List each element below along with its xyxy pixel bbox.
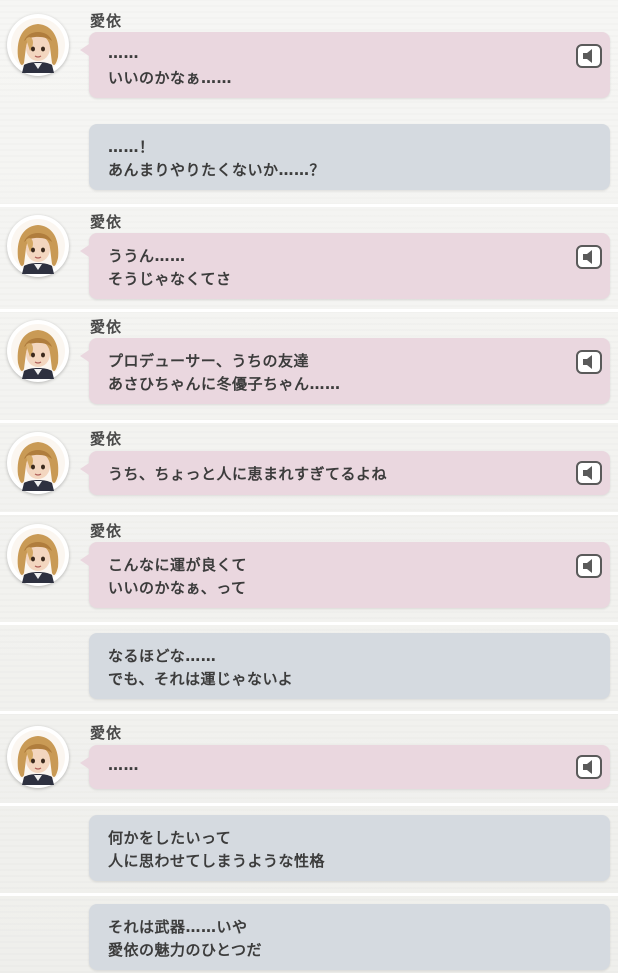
voice-play-button[interactable]	[576, 350, 602, 374]
speaker-name: 愛依	[90, 430, 123, 448]
avatar	[7, 432, 69, 494]
producer-message-bubble: なるほどな…… でも、それは運じゃないよ	[89, 633, 610, 699]
speaker-name: 愛依	[90, 12, 123, 30]
character-portrait-icon	[11, 528, 65, 583]
message-line: あさひちゃんに冬優子ちゃん……	[108, 375, 341, 393]
message-line: なるほどな……	[108, 647, 217, 665]
producer-message-bubble: それは武器……いや 愛依の魅力のひとつだ	[89, 904, 610, 970]
character-portrait-icon	[11, 324, 65, 379]
panel-divider	[0, 204, 618, 207]
message-line: あんまりやりたくないか……？	[108, 161, 326, 179]
character-portrait-icon	[11, 219, 65, 274]
message-line: そうじゃなくてさ	[108, 270, 232, 288]
speaker-name: 愛依	[90, 213, 123, 231]
panel-divider	[0, 420, 618, 423]
panel-divider	[0, 711, 618, 714]
character-message-bubble: うち、ちょっと人に恵まれすぎてるよね	[80, 451, 610, 495]
message-line: こんなに運が良くて	[108, 556, 248, 574]
voice-play-button[interactable]	[576, 44, 602, 68]
message-line: でも、それは運じゃないよ	[108, 670, 294, 688]
message-line: 愛依の魅力のひとつだ	[108, 941, 262, 959]
character-portrait-icon	[11, 18, 65, 73]
voice-playback-icon	[583, 250, 592, 264]
character-message-bubble: ううん…… そうじゃなくてさ	[80, 233, 610, 299]
character-portrait-icon	[11, 436, 65, 491]
character-message-bubble: …… いいのかなぁ……	[80, 32, 610, 98]
producer-message-bubble: ……！ あんまりやりたくないか……？	[89, 124, 610, 190]
message-line: うち、ちょっと人に恵まれすぎてるよね	[108, 465, 388, 483]
character-message-bubble: プロデューサー、うちの友達 あさひちゃんに冬優子ちゃん……	[80, 338, 610, 404]
panel-divider	[0, 512, 618, 515]
producer-message-bubble: 何かをしたいって 人に思わせてしまうような性格	[89, 815, 610, 881]
message-line: ……！	[108, 138, 155, 156]
voice-play-button[interactable]	[576, 755, 602, 779]
avatar	[7, 726, 69, 788]
message-line: いいのかなぁ……	[108, 69, 233, 87]
character-portrait-icon	[11, 730, 65, 785]
message-line: ……	[108, 44, 139, 62]
message-line: ううん……	[108, 247, 186, 265]
character-message-bubble: こんなに運が良くて いいのかなぁ、って	[80, 542, 610, 608]
message-line: プロデューサー、うちの友達	[108, 352, 310, 370]
speaker-name: 愛依	[90, 522, 123, 540]
panel-divider	[0, 309, 618, 312]
voice-play-button[interactable]	[576, 245, 602, 269]
speaker-name: 愛依	[90, 724, 123, 742]
character-message-bubble: ……	[80, 745, 610, 789]
avatar	[7, 320, 69, 382]
message-line: 何かをしたいって	[108, 829, 232, 847]
panel-divider	[0, 803, 618, 806]
panel-divider	[0, 893, 618, 896]
voice-playback-icon	[583, 466, 592, 480]
voice-play-button[interactable]	[576, 554, 602, 578]
voice-playback-icon	[583, 355, 592, 369]
avatar	[7, 215, 69, 277]
message-line: 人に思わせてしまうような性格	[108, 852, 326, 870]
voice-playback-icon	[583, 559, 592, 573]
avatar	[7, 14, 69, 76]
message-line: それは武器……いや	[108, 918, 248, 936]
avatar	[7, 524, 69, 586]
message-line: いいのかなぁ、って	[108, 579, 247, 597]
message-line: ……	[108, 756, 139, 774]
voice-playback-icon	[583, 760, 592, 774]
voice-playback-icon	[583, 49, 592, 63]
speaker-name: 愛依	[90, 318, 123, 336]
panel-divider	[0, 622, 618, 625]
voice-play-button[interactable]	[576, 461, 602, 485]
